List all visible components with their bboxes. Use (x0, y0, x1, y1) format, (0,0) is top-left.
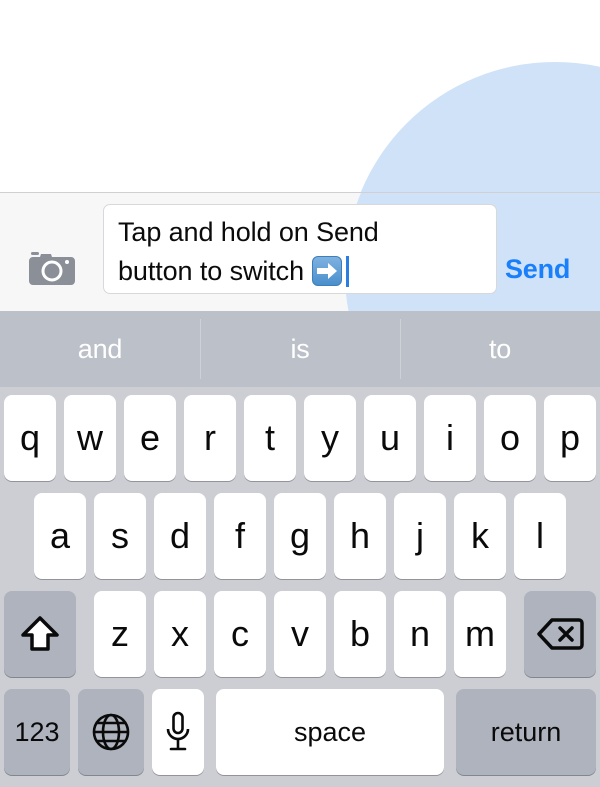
camera-icon (29, 249, 75, 292)
globe-key[interactable] (78, 689, 144, 775)
key-n[interactable]: n (394, 591, 446, 677)
conversation-area (0, 0, 600, 192)
predictive-suggestion-bar: and is to (0, 311, 600, 387)
key-w[interactable]: w (64, 395, 116, 481)
key-r[interactable]: r (184, 395, 236, 481)
keyboard-row-1: q w e r t y u i o p (0, 395, 600, 481)
key-t[interactable]: t (244, 395, 296, 481)
right-arrow-emoji (312, 256, 343, 286)
keyboard-row-4: 123 space return (0, 689, 600, 775)
key-c[interactable]: c (214, 591, 266, 677)
suggestion-item-1[interactable]: is (200, 311, 400, 387)
key-z[interactable]: z (94, 591, 146, 677)
key-s[interactable]: s (94, 493, 146, 579)
key-o[interactable]: o (484, 395, 536, 481)
backspace-icon (536, 617, 584, 651)
on-screen-keyboard: q w e r t y u i o p a s d f g h j k l z … (0, 387, 600, 787)
suggestion-item-0[interactable]: and (0, 311, 200, 387)
key-h[interactable]: h (334, 493, 386, 579)
message-text-field[interactable]: Tap and hold on Send button to switch (103, 204, 497, 294)
send-button[interactable]: Send (505, 254, 570, 285)
globe-icon (91, 712, 131, 752)
key-v[interactable]: v (274, 591, 326, 677)
space-key[interactable]: space (216, 689, 444, 775)
key-j[interactable]: j (394, 493, 446, 579)
microphone-icon (163, 711, 193, 753)
message-text-value: Tap and hold on Send button to switch (118, 213, 486, 291)
suggestion-item-2[interactable]: to (400, 311, 600, 387)
key-b[interactable]: b (334, 591, 386, 677)
keyboard-row-3: z x c v b n m (0, 591, 600, 677)
message-text-line2: button to switch (118, 256, 312, 286)
return-key[interactable]: return (456, 689, 596, 775)
key-d[interactable]: d (154, 493, 206, 579)
key-a[interactable]: a (34, 493, 86, 579)
key-x[interactable]: x (154, 591, 206, 677)
key-k[interactable]: k (454, 493, 506, 579)
keyboard-row-2: a s d f g h j k l (0, 493, 600, 579)
message-text-line1: Tap and hold on Send (118, 217, 379, 247)
key-p[interactable]: p (544, 395, 596, 481)
key-l[interactable]: l (514, 493, 566, 579)
key-e[interactable]: e (124, 395, 176, 481)
numeric-key[interactable]: 123 (4, 689, 70, 775)
shift-arrow-icon (20, 615, 60, 653)
key-i[interactable]: i (424, 395, 476, 481)
backspace-key[interactable] (524, 591, 596, 677)
message-bubble (345, 62, 600, 192)
key-y[interactable]: y (304, 395, 356, 481)
text-caret (346, 256, 350, 287)
shift-key[interactable] (4, 591, 76, 677)
key-u[interactable]: u (364, 395, 416, 481)
dictation-key[interactable] (152, 689, 204, 775)
key-m[interactable]: m (454, 591, 506, 677)
camera-button[interactable] (26, 248, 78, 292)
key-f[interactable]: f (214, 493, 266, 579)
key-q[interactable]: q (4, 395, 56, 481)
key-g[interactable]: g (274, 493, 326, 579)
